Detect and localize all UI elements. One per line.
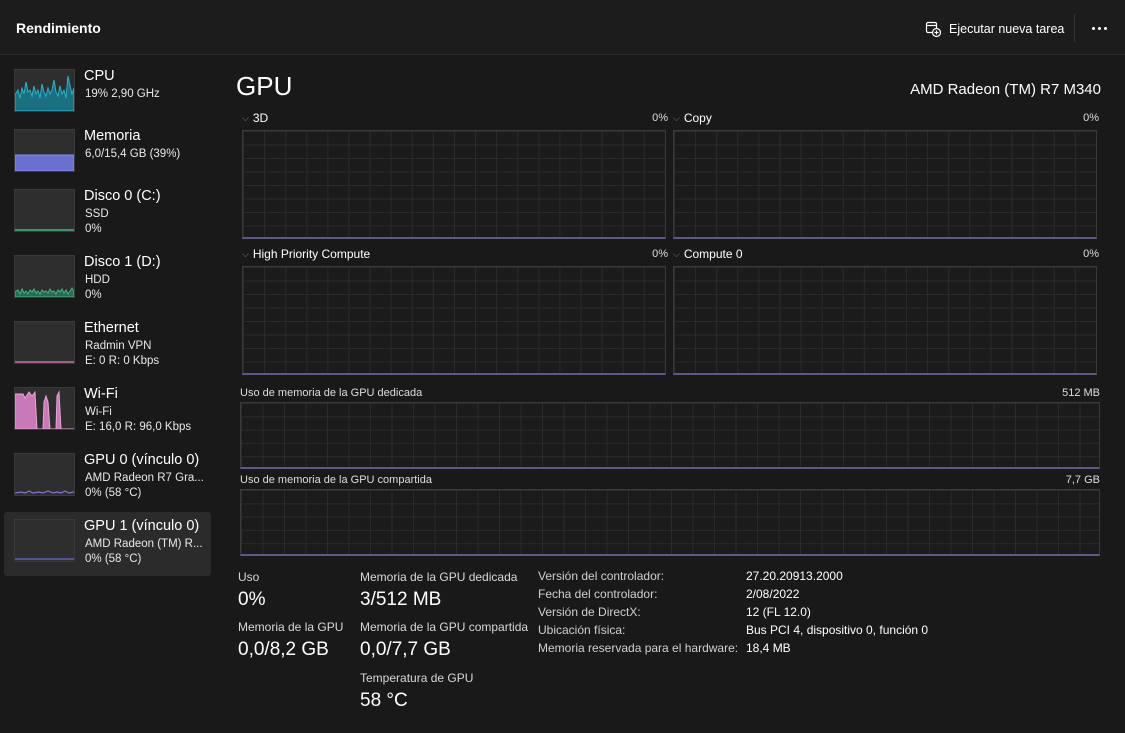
sidebar-item-disk1[interactable]: Disco 1 (D:) HDD 0% (4, 248, 211, 308)
sidebar-item-model: AMD Radeon (TM) R... (85, 538, 203, 550)
cpu-thumbnail-graph (14, 69, 75, 112)
engine-label: Copy (683, 111, 712, 125)
engine-label: 3D (252, 111, 269, 125)
engine-percent: 0% (1083, 248, 1099, 260)
sidebar-item-name: GPU 1 (vínculo 0) (84, 518, 200, 534)
gpu-heading: GPU (236, 71, 293, 101)
chevron-down-icon: ⌵ (242, 112, 249, 123)
sidebar-item-detail: E: 16,0 R: 96,0 Kbps (85, 421, 192, 433)
gpu-temperature-label: Temperatura de GPU (360, 671, 474, 685)
info-key: Ubicación física: (538, 623, 626, 637)
info-value: 2/08/2022 (746, 587, 800, 601)
gpu-memory-value: 0,0/8,2 GB (238, 639, 329, 660)
usage-label: Uso (238, 570, 260, 584)
shared-memory-max: 7,7 GB (1065, 474, 1100, 486)
sidebar-item-disk0[interactable]: Disco 0 (C:) SSD 0% (4, 182, 211, 242)
engine-compute0-graph (673, 266, 1097, 375)
sidebar-item-gpu0[interactable]: GPU 0 (vínculo 0) AMD Radeon R7 Gra... 0… (4, 446, 211, 506)
dedicated-memory-label: Memoria de la GPU dedicada (360, 570, 518, 584)
engine-copy-graph (673, 130, 1097, 239)
engine-percent: 0% (652, 112, 668, 124)
info-value: 12 (FL 12.0) (746, 605, 811, 619)
sidebar-item-detail: 0% (85, 289, 102, 301)
sidebar-item-wifi[interactable]: Wi-Fi Wi-Fi E: 16,0 R: 96,0 Kbps (4, 380, 211, 440)
gpu-memory-label: Memoria de la GPU (238, 620, 344, 634)
shared-memory-value: 0,0/7,7 GB (360, 639, 451, 660)
sidebar-item-detail: 0% (85, 223, 102, 235)
engine-percent: 0% (652, 248, 668, 260)
sidebar-item-detail: 19% 2,90 GHz (85, 88, 160, 100)
wifi-thumbnail-graph (14, 387, 75, 430)
sidebar-item-ethernet[interactable]: Ethernet Radmin VPN E: 0 R: 0 Kbps (4, 314, 211, 374)
sidebar-item-name: Memoria (84, 128, 141, 144)
performance-sidebar: CPU 19% 2,90 GHz Memoria 6,0/15,4 GB (39… (0, 55, 218, 733)
sidebar-item-type: HDD (85, 274, 110, 286)
info-key: Memoria reservada para el hardware: (538, 641, 739, 655)
gpu1-thumbnail-graph (14, 519, 75, 562)
engine-high-priority-compute-selector[interactable]: ⌵ High Priority Compute (242, 247, 370, 261)
sidebar-item-name: Disco 1 (D:) (84, 254, 161, 270)
sidebar-item-adapter: Wi-Fi (85, 406, 112, 418)
usage-value: 0% (238, 589, 266, 610)
page-title: Rendimiento (16, 20, 101, 36)
info-value: 27.20.20913.2000 (746, 569, 843, 583)
disk0-thumbnail-graph (14, 189, 75, 232)
engine-compute0-selector[interactable]: ⌵ Compute 0 (673, 247, 743, 261)
chevron-down-icon: ⌵ (242, 248, 249, 259)
shared-memory-graph-label: Uso de memoria de la GPU compartida (240, 474, 432, 486)
dedicated-memory-max: 512 MB (1062, 387, 1100, 399)
engine-label: High Priority Compute (252, 247, 371, 261)
gpu-temperature-value: 58 °C (360, 690, 408, 711)
sidebar-item-name: Ethernet (84, 320, 139, 336)
sidebar-item-gpu1[interactable]: GPU 1 (vínculo 0) AMD Radeon (TM) R... 0… (4, 512, 211, 576)
shared-memory-graph (240, 489, 1100, 556)
dedicated-memory-value: 3/512 MB (360, 589, 442, 610)
gpu0-thumbnail-graph (14, 453, 75, 496)
disk1-thumbnail-graph (14, 255, 75, 298)
memory-thumbnail-graph (14, 129, 75, 172)
task-manager-window: Rendimiento Ejecutar nueva tarea CPU 19%… (0, 0, 1125, 733)
sidebar-item-cpu[interactable]: CPU 19% 2,90 GHz (4, 62, 211, 122)
toolbar-divider (1074, 14, 1075, 42)
chevron-down-icon: ⌵ (673, 112, 680, 123)
sidebar-item-memory[interactable]: Memoria 6,0/15,4 GB (39%) (4, 122, 211, 182)
shared-memory-label: Memoria de la GPU compartida (360, 620, 529, 634)
engine-label: Compute 0 (683, 247, 743, 261)
sidebar-item-model: AMD Radeon R7 Gra... (85, 472, 204, 484)
info-key: Versión de DirectX: (538, 605, 641, 619)
info-value: 18,4 MB (746, 641, 791, 655)
dedicated-memory-graph (240, 402, 1100, 469)
engine-3d-graph (242, 130, 666, 239)
sidebar-item-detail: 6,0/15,4 GB (39%) (85, 148, 181, 160)
sidebar-item-detail: E: 0 R: 0 Kbps (85, 355, 160, 367)
sidebar-item-name: Disco 0 (C:) (84, 188, 161, 204)
more-options-icon[interactable] (1088, 18, 1110, 38)
info-key: Versión del controlador: (538, 569, 665, 583)
title-bar: Rendimiento Ejecutar nueva tarea (0, 0, 1125, 55)
run-new-task-button[interactable]: Ejecutar nueva tarea (925, 18, 1064, 40)
sidebar-item-type: SSD (85, 208, 109, 220)
sidebar-item-detail: 0% (58 °C) (85, 487, 142, 499)
gpu-details-panel: GPU AMD Radeon (TM) R7 M340 ⌵ 3D 0% ⌵ Co… (218, 55, 1125, 733)
new-task-icon (925, 21, 941, 37)
engine-3d-selector[interactable]: ⌵ 3D (242, 111, 268, 125)
info-value: Bus PCI 4, dispositivo 0, función 0 (746, 623, 929, 637)
info-key: Fecha del controlador: (538, 587, 658, 601)
engine-percent: 0% (1083, 112, 1099, 124)
sidebar-item-name: Wi-Fi (84, 386, 118, 402)
sidebar-item-name: GPU 0 (vínculo 0) (84, 452, 200, 468)
dedicated-memory-graph-label: Uso de memoria de la GPU dedicada (240, 387, 423, 399)
ethernet-thumbnail-graph (14, 321, 75, 364)
run-new-task-label: Ejecutar nueva tarea (949, 22, 1065, 36)
sidebar-item-detail: 0% (58 °C) (85, 553, 142, 565)
chevron-down-icon: ⌵ (673, 248, 680, 259)
engine-copy-selector[interactable]: ⌵ Copy (673, 111, 712, 125)
sidebar-item-name: CPU (84, 68, 115, 84)
sidebar-item-adapter: Radmin VPN (85, 340, 152, 352)
gpu-model-name: AMD Radeon (TM) R7 M340 (910, 81, 1101, 98)
engine-high-priority-compute-graph (242, 266, 666, 375)
